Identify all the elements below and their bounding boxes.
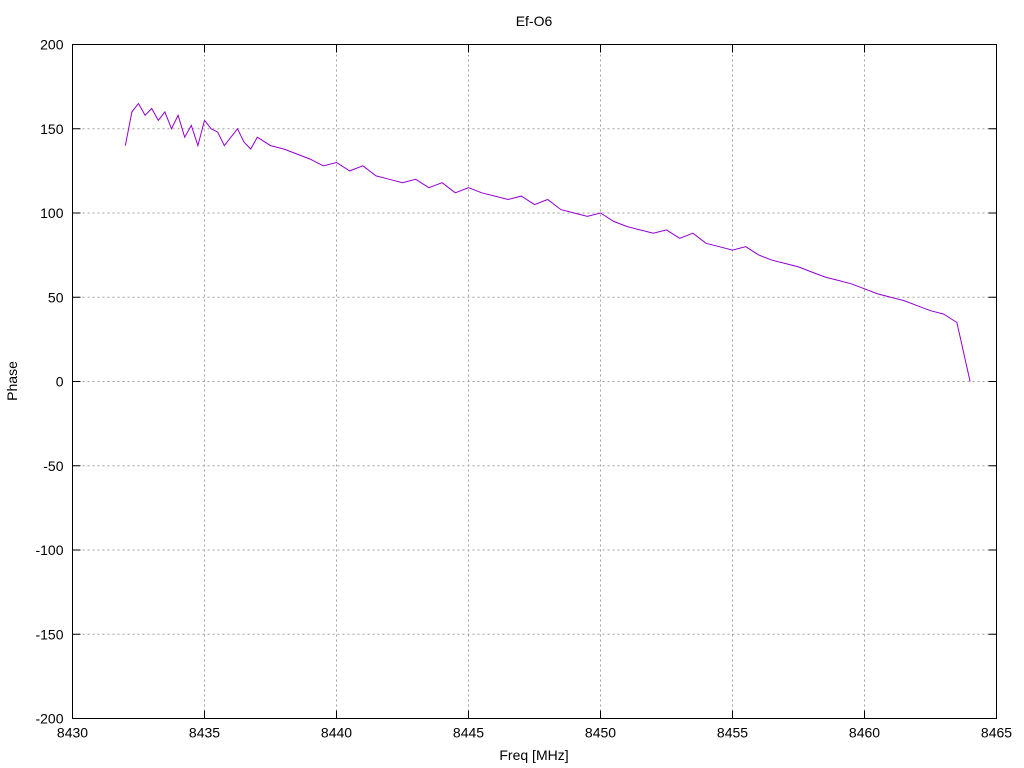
y-tick-label: 150 [40,121,64,137]
x-tick-label: 8465 [981,725,1012,741]
x-tick-label: 8455 [717,725,748,741]
grid-lines [72,44,997,719]
phase-chart: 8430 8435 8440 8445 8450 8455 8460 8465 -200 -150… [4,13,1012,763]
phase-series-line [124,102,971,382]
x-axis-label: Freq [MHz] [499,747,568,763]
x-tick-label: 8430 [57,725,88,741]
axis-ticks: 8430 8435 8440 8445 8450 8455 8460 8465 -200 -150… [35,37,1012,741]
y-tick-label: 0 [56,374,64,390]
y-tick-label: -100 [35,542,63,558]
x-tick-label: 8435 [189,725,220,741]
x-tick-label: 8445 [453,725,484,741]
x-tick-label: 8450 [585,725,616,741]
x-tick-label: 8440 [321,725,352,741]
y-tick-label: 200 [40,37,64,53]
y-tick-label: -150 [35,626,63,642]
y-tick-label: -200 [35,711,63,727]
chart-title: Ef-O6 [516,13,553,29]
data-area [124,102,971,382]
y-tick-label: 100 [40,205,64,221]
y-axis-label: Phase [4,361,20,401]
x-tick-label: 8460 [849,725,880,741]
y-tick-label: -50 [43,458,63,474]
y-tick-label: 50 [48,289,64,305]
